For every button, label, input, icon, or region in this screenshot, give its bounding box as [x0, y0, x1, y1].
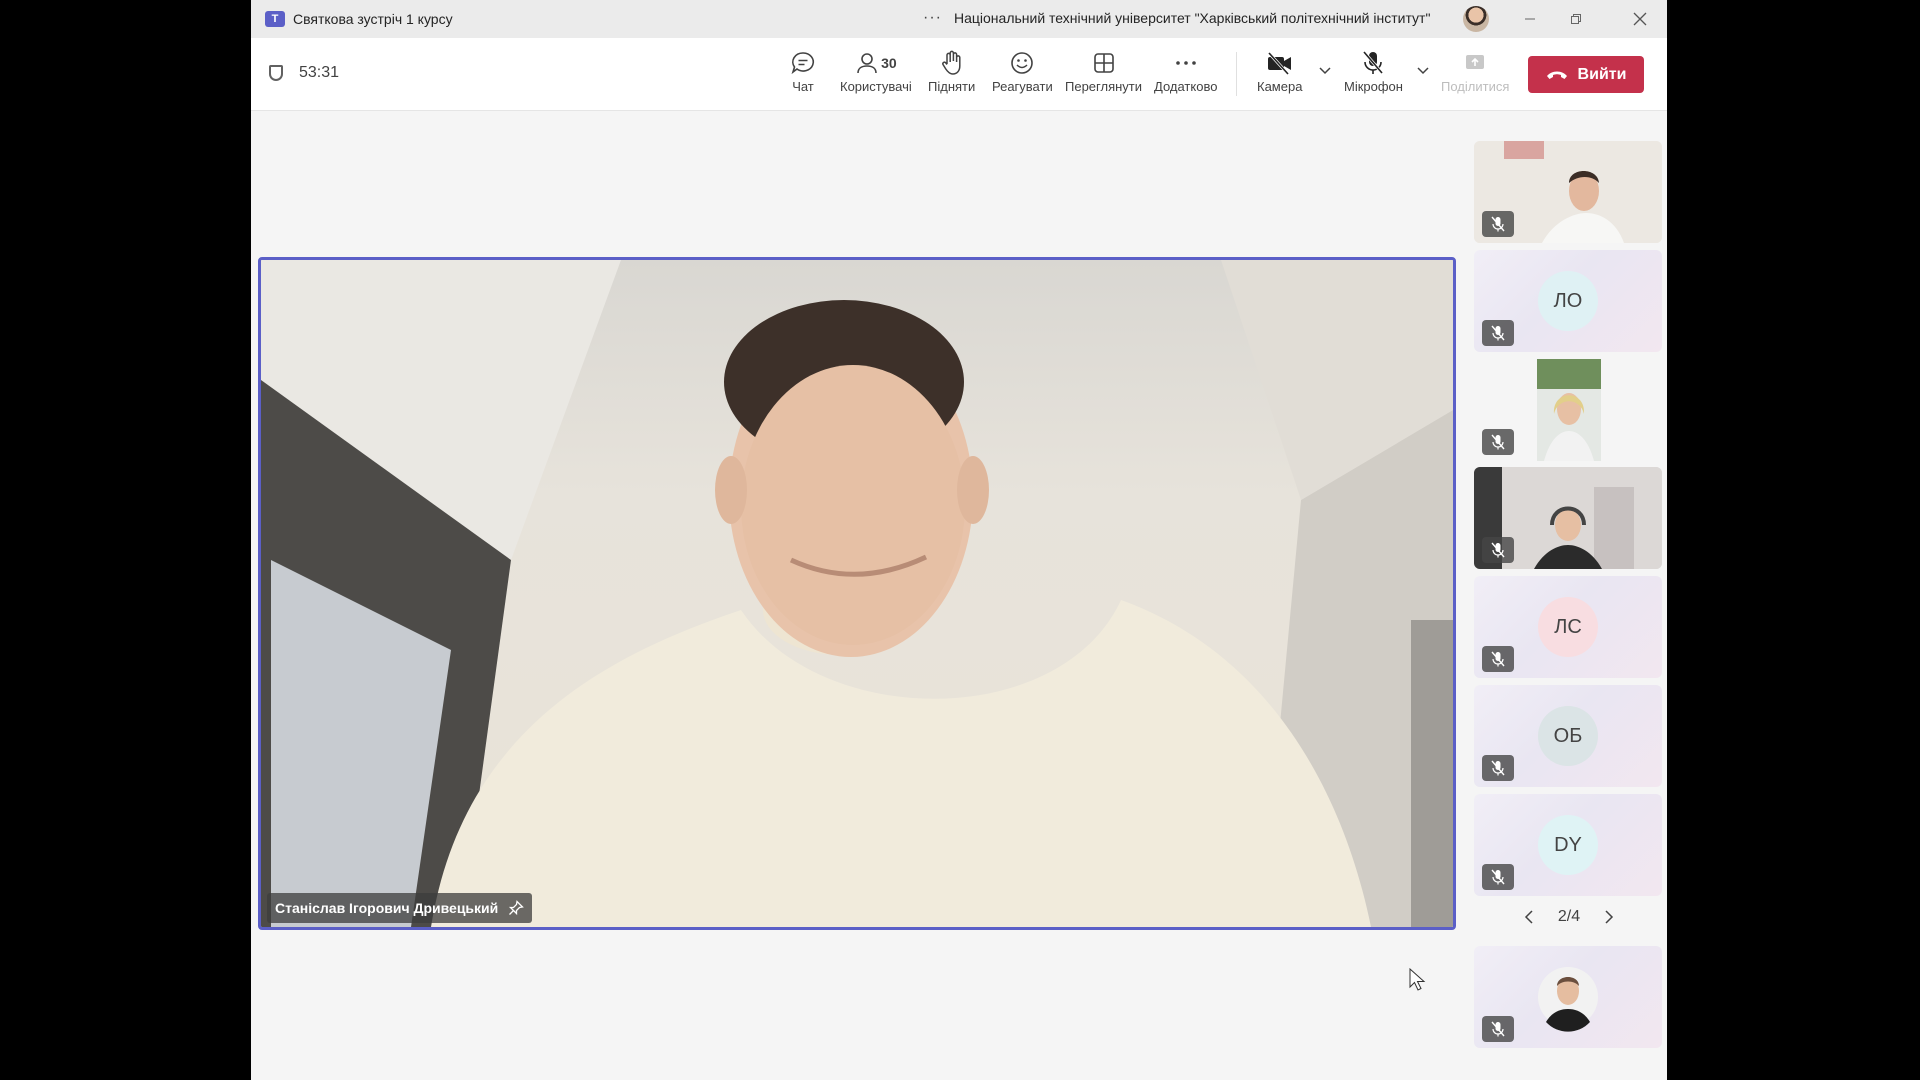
mic-off-icon	[1491, 869, 1505, 885]
mic-off-icon	[1491, 651, 1505, 667]
raise-hand-button[interactable]: Підняти	[928, 50, 975, 94]
participant-initials: ОБ	[1553, 724, 1583, 747]
chevron-right-icon[interactable]	[1603, 909, 1615, 925]
main-speaker-video[interactable]: Станіслав Ігорович Дривецький	[258, 257, 1456, 930]
mic-off-icon	[1363, 51, 1384, 74]
participant-tile[interactable]: ЛО	[1474, 250, 1662, 352]
toolbar-divider	[1236, 52, 1237, 96]
participant-tile[interactable]: ОБ	[1474, 685, 1662, 787]
speaker-video-feed	[261, 260, 1453, 927]
mouse-cursor-icon	[1409, 968, 1426, 991]
tile-muted-indicator	[1482, 211, 1514, 237]
organization-name: Національний технічний університет "Харк…	[954, 10, 1431, 26]
participant-tile[interactable]	[1474, 467, 1662, 569]
pin-icon[interactable]	[508, 900, 525, 916]
tile-muted-indicator	[1482, 537, 1514, 563]
react-button[interactable]: Реагувати	[992, 50, 1053, 94]
title-bar: T Святкова зустріч 1 курсу ··· Національ…	[251, 0, 1667, 38]
minimize-button[interactable]	[1507, 0, 1553, 38]
phone-hangup-icon	[1546, 71, 1567, 79]
view-button[interactable]: Переглянути	[1065, 50, 1142, 94]
user-avatar[interactable]	[1463, 6, 1489, 32]
self-view-tile[interactable]	[1474, 946, 1662, 1048]
tile-muted-indicator	[1482, 320, 1514, 346]
tile-muted-indicator	[1482, 1016, 1514, 1042]
participant-initials: ЛС	[1554, 615, 1582, 638]
chat-icon	[791, 52, 815, 75]
restore-icon	[1571, 14, 1581, 24]
mic-off-icon	[1491, 216, 1505, 232]
participant-tile[interactable]	[1474, 141, 1662, 243]
microphone-button[interactable]: Мікрофон	[1344, 50, 1403, 94]
participant-tile[interactable]: ЛС	[1474, 576, 1662, 678]
speaker-video-image	[261, 260, 1453, 927]
speaker-nameplate: Станіслав Ігорович Дривецький	[267, 893, 533, 923]
more-label: Додатково	[1154, 79, 1218, 94]
participant-initials: ЛО	[1553, 289, 1583, 312]
react-label: Реагувати	[992, 79, 1053, 94]
share-button[interactable]: Поділитися	[1441, 50, 1509, 94]
leave-button[interactable]: Вийти	[1528, 56, 1644, 93]
tile-muted-indicator	[1482, 864, 1514, 890]
minimize-icon	[1525, 18, 1535, 20]
close-icon	[1633, 12, 1647, 26]
mic-off-icon	[1491, 1021, 1505, 1037]
mic-off-icon	[1491, 434, 1505, 450]
people-button[interactable]: 30 Користувачі	[840, 50, 912, 94]
camera-button[interactable]: Камера	[1257, 50, 1302, 94]
chat-button[interactable]: Чат	[790, 50, 816, 94]
tile-muted-indicator	[1482, 755, 1514, 781]
teams-logo-icon: T	[265, 11, 285, 27]
raise-hand-icon	[941, 50, 961, 75]
speaker-name: Станіслав Ігорович Дривецький	[275, 900, 499, 916]
share-label: Поділитися	[1441, 79, 1510, 94]
chat-label: Чат	[792, 79, 814, 94]
participant-tile[interactable]: DY	[1474, 794, 1662, 896]
participant-initials-avatar: DY	[1538, 815, 1598, 875]
mic-off-icon	[1491, 760, 1505, 776]
chevron-left-icon[interactable]	[1523, 909, 1535, 925]
mic-off-icon	[1491, 325, 1505, 341]
restore-button[interactable]	[1553, 0, 1599, 38]
mic-off-icon	[1491, 542, 1505, 558]
camera-off-icon	[1267, 51, 1291, 75]
microphone-options-chevron-down-icon[interactable]	[1416, 66, 1430, 76]
page-indicator: 2/4	[1557, 908, 1581, 925]
meeting-title: Святкова зустріч 1 курсу	[293, 11, 453, 27]
microphone-label: Мікрофон	[1344, 79, 1403, 94]
timer-text: 53:31	[299, 64, 340, 81]
view-icon	[1093, 53, 1114, 73]
camera-label: Камера	[1257, 79, 1303, 94]
gallery-pager: 2/4	[1523, 908, 1615, 926]
view-label: Переглянути	[1065, 79, 1143, 94]
participant-initials-avatar: ЛО	[1538, 271, 1598, 331]
meeting-timer: 53:31	[269, 64, 339, 82]
tile-muted-indicator	[1482, 429, 1514, 455]
leave-label: Вийти	[1577, 65, 1627, 83]
raise-hand-label: Підняти	[928, 79, 976, 94]
people-label: Користувачі	[840, 79, 912, 94]
camera-options-chevron-down-icon[interactable]	[1318, 66, 1332, 76]
react-icon	[1011, 52, 1034, 74]
tile-muted-indicator	[1482, 646, 1514, 672]
people-icon	[857, 53, 877, 74]
meeting-toolbar: 53:31 Чат 30 Користувачі Підняти Реагува…	[251, 38, 1667, 111]
more-icon	[1175, 61, 1196, 65]
more-button[interactable]: Додатково	[1154, 50, 1217, 94]
shield-icon	[269, 65, 283, 81]
participant-tile[interactable]	[1474, 359, 1662, 461]
share-icon	[1466, 55, 1485, 69]
close-button[interactable]	[1617, 0, 1663, 38]
participant-initials: DY	[1554, 833, 1582, 856]
teams-meeting-window: T Святкова зустріч 1 курсу ··· Національ…	[251, 0, 1667, 1080]
participants-count: 30	[881, 55, 897, 71]
participant-initials-avatar: ЛС	[1538, 597, 1598, 657]
title-more-button[interactable]: ···	[923, 9, 942, 27]
participant-initials-avatar: ОБ	[1538, 706, 1598, 766]
